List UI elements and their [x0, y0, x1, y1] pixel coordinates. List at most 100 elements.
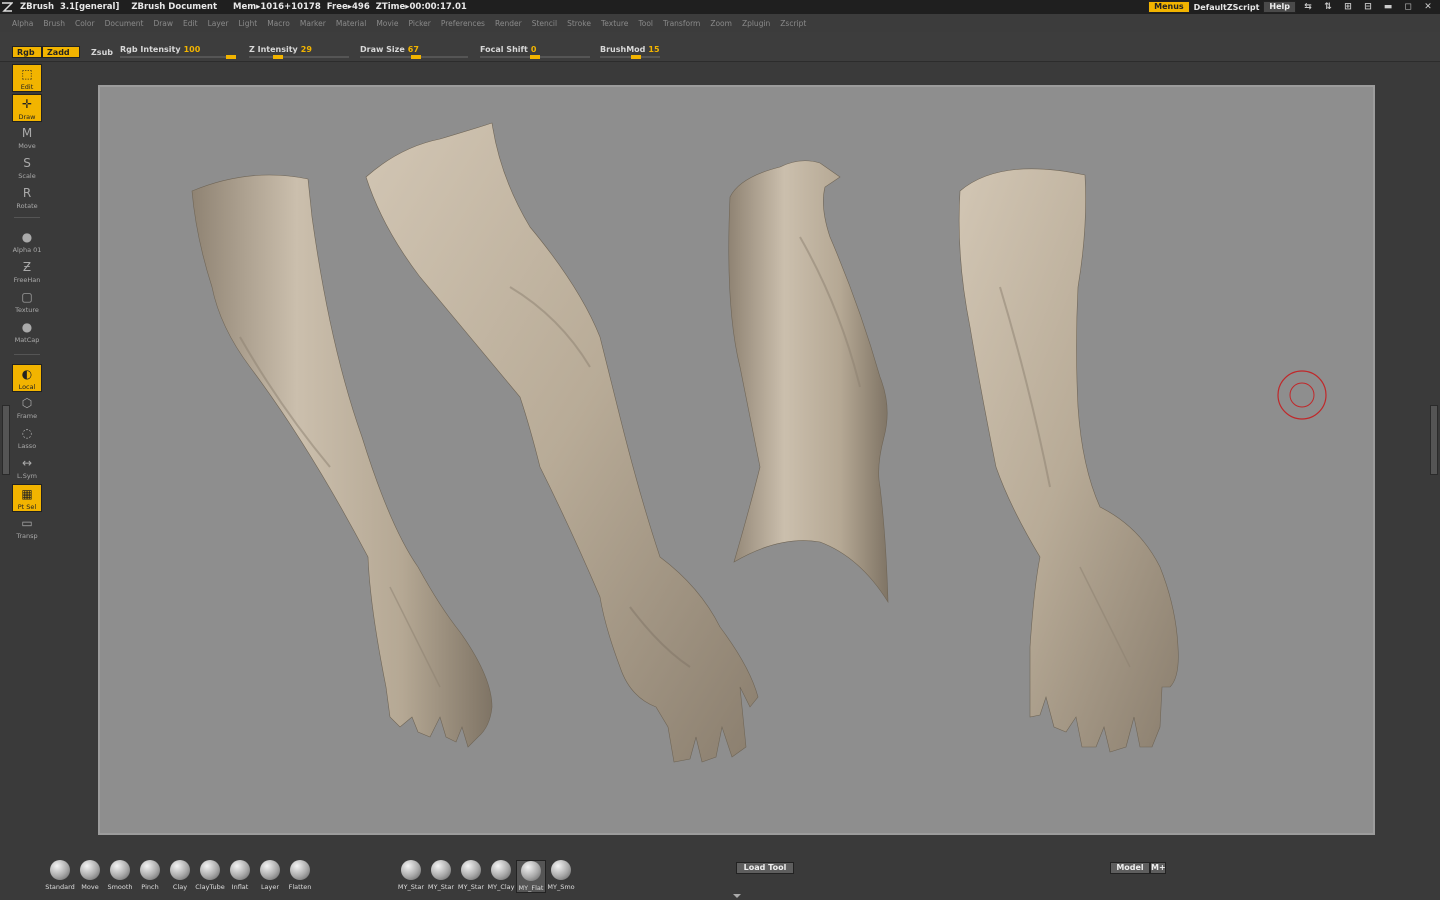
menu-brush[interactable]: Brush — [43, 19, 65, 28]
slider-track[interactable] — [120, 56, 236, 58]
slider-track[interactable] — [600, 56, 660, 58]
model-button[interactable]: Model — [1110, 862, 1150, 874]
slider-knob[interactable] — [411, 55, 422, 59]
zsub-toggle[interactable]: Zsub — [86, 46, 118, 58]
shelf-expand-icon[interactable] — [733, 894, 741, 898]
menu-render[interactable]: Render — [495, 19, 522, 28]
brush-my-star[interactable]: MY_Star — [426, 860, 456, 891]
right-tray-handle[interactable] — [1430, 405, 1438, 475]
menu-transform[interactable]: Transform — [663, 19, 700, 28]
slider-knob[interactable] — [631, 55, 641, 59]
menu-picker[interactable]: Picker — [409, 19, 431, 28]
arm-model-4[interactable] — [958, 168, 1179, 753]
arm-model-3[interactable] — [728, 160, 889, 604]
slider-knob[interactable] — [530, 55, 540, 59]
tool-label: L.Sym — [17, 472, 37, 480]
z-intensity-slider[interactable]: Z Intensity 29 — [249, 45, 349, 59]
menus-button[interactable]: Menus — [1148, 1, 1190, 13]
focal-shift-slider[interactable]: Focal Shift 0 — [480, 45, 590, 59]
brush-my-clay[interactable]: MY_Clay — [486, 860, 516, 891]
menu-texture[interactable]: Texture — [601, 19, 628, 28]
brush-standard[interactable]: Standard — [45, 860, 75, 891]
brush-move[interactable]: Move — [75, 860, 105, 891]
tool-rotate[interactable]: R Rotate — [12, 184, 42, 212]
frame-icon: ⬡ — [21, 396, 33, 410]
rgb-intensity-slider[interactable]: Rgb Intensity 100 — [120, 45, 236, 59]
mplus-button[interactable]: M+ — [1150, 862, 1166, 874]
menu-material[interactable]: Material — [336, 19, 366, 28]
menu-edit[interactable]: Edit — [183, 19, 198, 28]
tool-l-sym[interactable]: ↔ L.Sym — [12, 454, 42, 482]
brush-my-flat[interactable]: MY_Flat — [516, 860, 546, 893]
tool-scale[interactable]: S Scale — [12, 154, 42, 182]
slider-track[interactable] — [249, 56, 349, 58]
tool-pt-sel[interactable]: ▦ Pt Sel — [12, 484, 42, 512]
menu-zplugin[interactable]: Zplugin — [742, 19, 770, 28]
sculpt-viewport[interactable] — [100, 87, 1373, 833]
menu-zscript[interactable]: Zscript — [780, 19, 806, 28]
slider-knob[interactable] — [273, 55, 283, 59]
brush-my-smo[interactable]: MY_Smo — [546, 860, 576, 891]
slider-knob[interactable] — [226, 55, 236, 59]
tool-move[interactable]: M Move — [12, 124, 42, 152]
brush-label: Standard — [45, 883, 75, 891]
layout-4-icon[interactable]: ⊟ — [1360, 2, 1376, 12]
brush-my-star[interactable]: MY_Star — [456, 860, 486, 891]
tool-frame[interactable]: ⬡ Frame — [12, 394, 42, 422]
tool-transp[interactable]: ▭ Transp — [12, 514, 42, 542]
brush-pinch[interactable]: Pinch — [135, 860, 165, 891]
minimize-icon[interactable]: ▬ — [1380, 2, 1396, 12]
brush-flatten[interactable]: Flatten — [285, 860, 315, 891]
left-tray-handle[interactable] — [2, 405, 10, 475]
menu-tool[interactable]: Tool — [638, 19, 653, 28]
brush-label: MY_Clay — [487, 883, 515, 891]
load-tool-button[interactable]: Load Tool — [736, 862, 794, 874]
draw-size-slider[interactable]: Draw Size 67 — [360, 45, 468, 59]
brushmod-slider[interactable]: BrushMod 15 — [600, 45, 660, 59]
menu-draw[interactable]: Draw — [153, 19, 173, 28]
menu-preferences[interactable]: Preferences — [441, 19, 485, 28]
menu-document[interactable]: Document — [105, 19, 144, 28]
ztime-readout: ZTime▸00:00:17.01 — [375, 2, 467, 12]
brush-smooth[interactable]: Smooth — [105, 860, 135, 891]
brush-clay[interactable]: Clay — [165, 860, 195, 891]
layout-2-icon[interactable]: ⇅ — [1320, 2, 1336, 12]
menu-macro[interactable]: Macro — [267, 19, 290, 28]
rgb-toggle[interactable]: Rgb — [12, 46, 42, 58]
brush-claytube[interactable]: ClayTube — [195, 860, 225, 891]
menu-alpha[interactable]: Alpha — [12, 19, 33, 28]
menu-color[interactable]: Color — [75, 19, 95, 28]
menu-stencil[interactable]: Stencil — [532, 19, 557, 28]
brush-my-star[interactable]: MY_Star — [396, 860, 426, 891]
maximize-icon[interactable]: ◻ — [1400, 2, 1416, 12]
brush-preview-icon — [260, 860, 280, 880]
brush-preview-icon — [200, 860, 220, 880]
document-canvas[interactable] — [98, 85, 1375, 835]
script-name[interactable]: DefaultZScript — [1194, 3, 1260, 12]
tool-alpha-01[interactable]: ● Alpha 01 — [12, 228, 42, 256]
tool-edit[interactable]: ⬚ Edit — [12, 64, 42, 92]
menu-marker[interactable]: Marker — [300, 19, 326, 28]
ptsel-icon: ▦ — [21, 487, 33, 501]
layout-1-icon[interactable]: ⇆ — [1300, 2, 1316, 12]
tool-local[interactable]: ◐ Local — [12, 364, 42, 392]
layout-3-icon[interactable]: ⊞ — [1340, 2, 1356, 12]
zadd-toggle[interactable]: Zadd — [42, 46, 80, 58]
tool-draw[interactable]: ✛ Draw — [12, 94, 42, 122]
document-name: ZBrush Document — [131, 2, 218, 12]
brush-label: MY_Smo — [547, 883, 575, 891]
tool-lasso[interactable]: ◌ Lasso — [12, 424, 42, 452]
menu-stroke[interactable]: Stroke — [567, 19, 591, 28]
tool-matcap[interactable]: ● MatCap — [12, 318, 42, 346]
close-icon[interactable]: ✕ — [1420, 2, 1436, 12]
help-button[interactable]: Help — [1263, 1, 1296, 13]
tool-freehan[interactable]: Ƶ FreeHan — [12, 258, 42, 286]
menu-movie[interactable]: Movie — [376, 19, 398, 28]
menu-layer[interactable]: Layer — [208, 19, 229, 28]
rgb-intensity-label: Rgb Intensity — [120, 45, 181, 54]
tool-texture[interactable]: ▢ Texture — [12, 288, 42, 316]
brush-inflat[interactable]: Inflat — [225, 860, 255, 891]
brush-layer[interactable]: Layer — [255, 860, 285, 891]
menu-zoom[interactable]: Zoom — [710, 19, 732, 28]
menu-light[interactable]: Light — [238, 19, 257, 28]
